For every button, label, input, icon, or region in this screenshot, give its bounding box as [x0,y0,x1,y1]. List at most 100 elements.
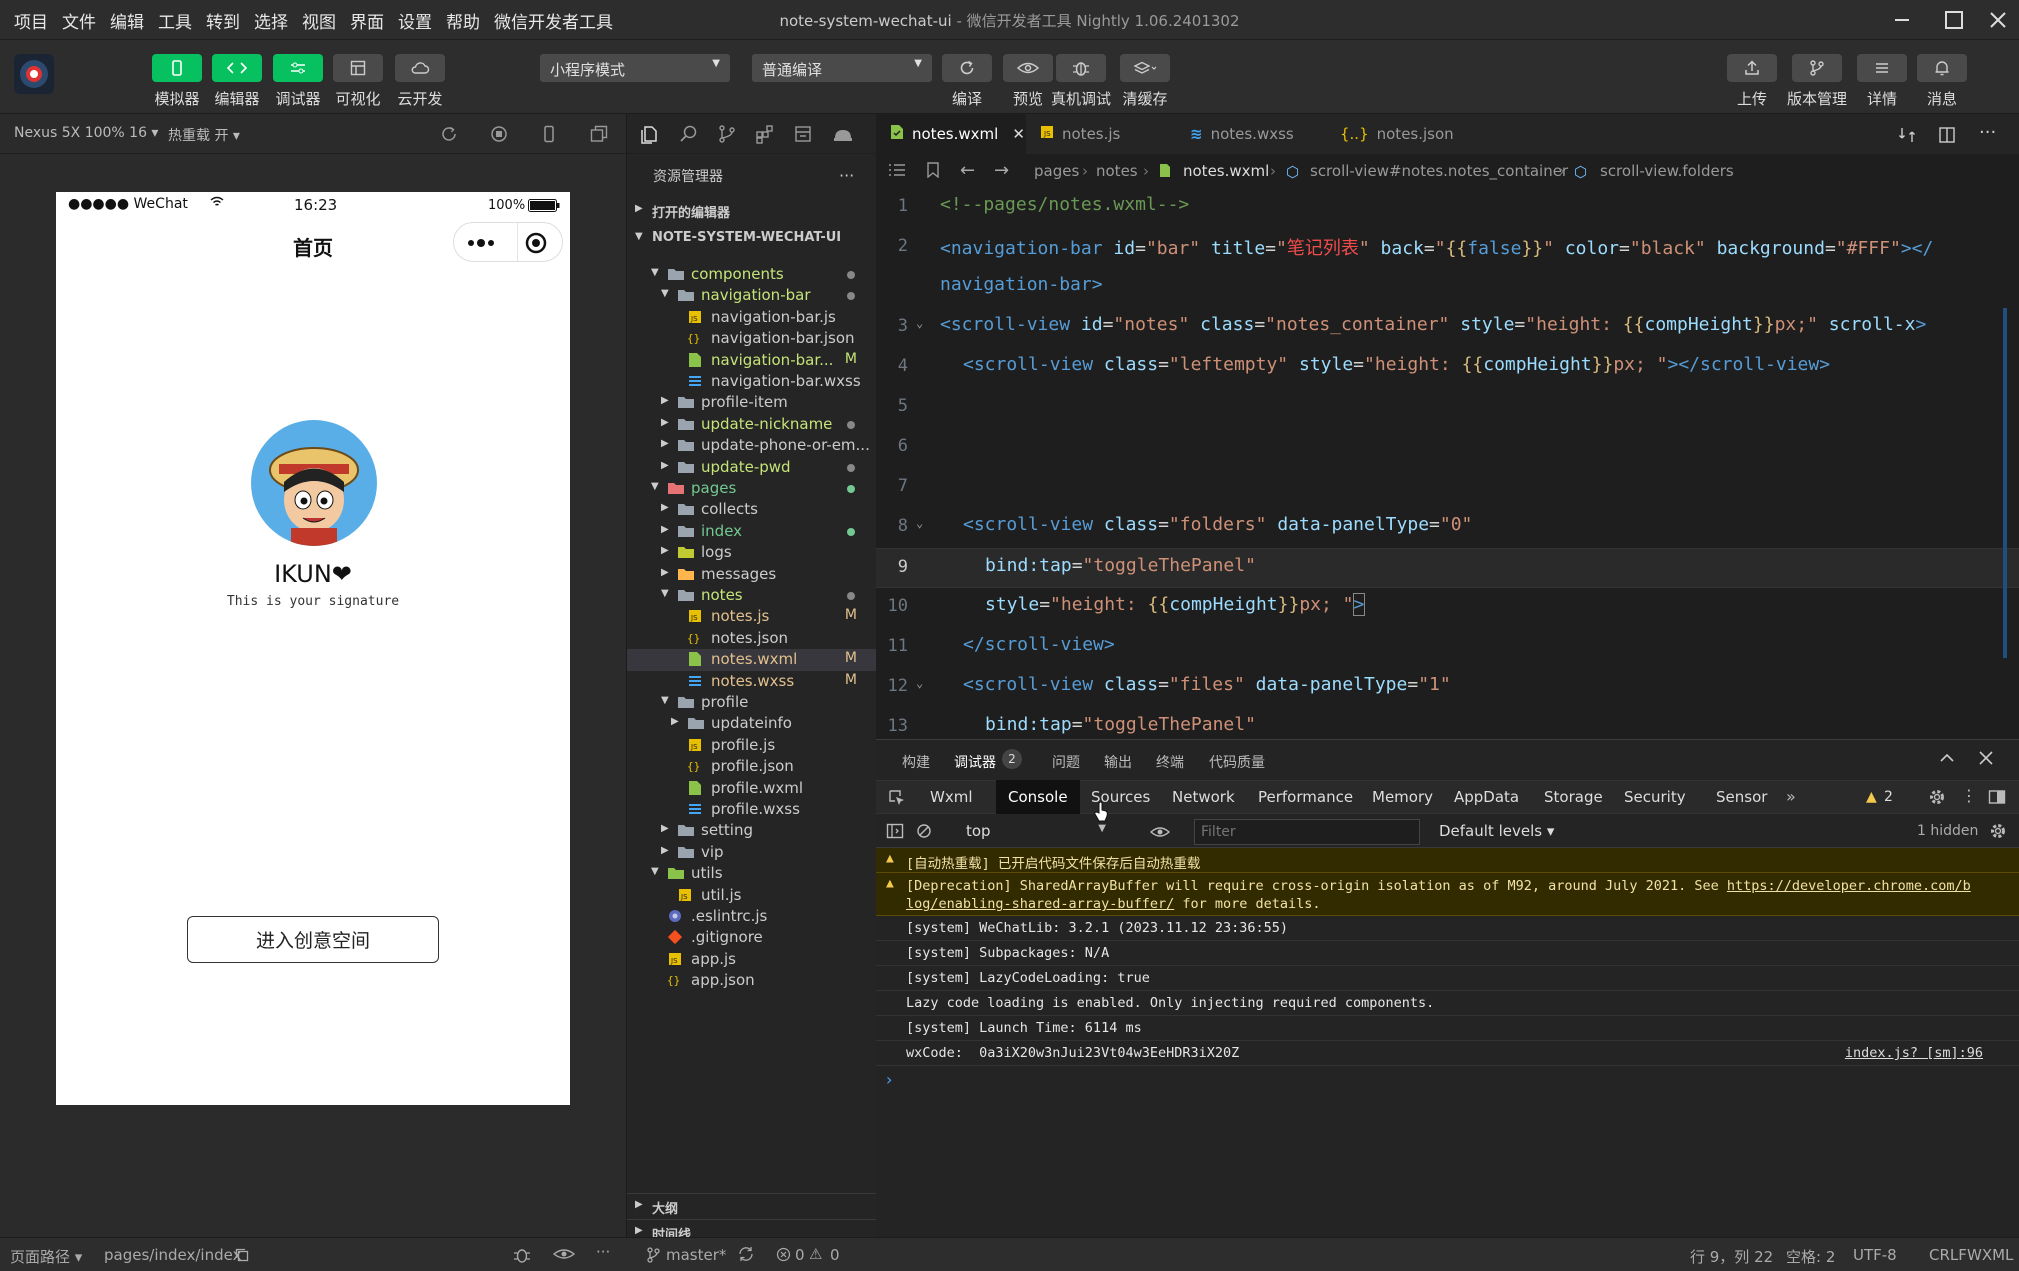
maximize-icon[interactable] [1939,6,1969,34]
split-editor-icon[interactable] [1938,126,1956,148]
tree-file[interactable]: JS util.js [627,885,877,906]
tree-folder[interactable]: ▶ update-pwd [627,457,877,478]
tab-security[interactable]: Security [1612,780,1698,814]
cloud-functions-icon[interactable] [832,124,854,148]
tab-notes-js[interactable]: JS notes.js [1026,114,1176,154]
hot-reload-toggle[interactable]: 热重载 开 ▾ [168,125,240,145]
details-button[interactable] [1857,54,1907,82]
console-settings-icon[interactable] [1989,822,2007,844]
live-expression-eye-icon[interactable] [1149,824,1171,843]
tree-folder[interactable]: ▼ navigation-bar [627,285,877,306]
tab-storage[interactable]: Storage [1532,780,1615,814]
tree-file[interactable]: JS profile.js [627,735,877,756]
close-tab-icon[interactable]: ✕ [1012,125,1025,143]
tree-folder[interactable]: ▶ vip [627,842,877,863]
cloud-dev-button[interactable] [395,54,445,82]
error-count[interactable]: 0 [795,1246,805,1264]
tree-folder[interactable]: ▼ profile [627,692,877,713]
outline-list-icon[interactable] [888,162,906,182]
indent-setting[interactable]: 空格: 2 [1786,1246,1835,1267]
console-source-link[interactable]: index.js? [sm]:96 [1845,1045,1983,1061]
more-dots-icon[interactable] [466,235,496,254]
tab-appdata[interactable]: AppData [1442,780,1531,814]
source-control-icon[interactable] [717,124,737,148]
tree-file[interactable]: notes.wxml M [627,649,877,671]
back-arrow-icon[interactable]: ← [960,160,975,181]
menu-project[interactable]: 项目 [14,8,48,33]
tree-file[interactable]: {} navigation-bar.json [627,328,877,349]
language-mode[interactable]: WXML [1967,1246,2013,1264]
debugger-toggle-button[interactable] [273,54,323,82]
tree-file[interactable]: navigation-bar.wxss [627,371,877,392]
tree-file[interactable]: {} app.json [627,970,877,991]
editor-toggle-button[interactable] [212,54,262,82]
close-panel-icon[interactable] [1978,750,1994,770]
git-branch[interactable]: master* [666,1246,726,1264]
tree-file[interactable]: .eslintrc.js [627,906,877,927]
menu-select[interactable]: 选择 [254,8,288,33]
menu-capsule[interactable] [453,222,563,262]
mode-select[interactable]: 小程序模式 ▼ [540,54,730,82]
more-actions-icon[interactable]: ··· [1979,122,1996,143]
forward-arrow-icon[interactable]: → [994,160,1009,181]
project-section[interactable]: ▼ NOTE-SYSTEM-WECHAT-UI [627,226,877,252]
crumb-pages[interactable]: pages [1034,162,1079,180]
code-area[interactable]: 1 <!--pages/notes.wxml--> 2 <navigation-ba… [876,188,2019,739]
tree-file[interactable]: notes.wxss M [627,671,877,692]
menu-view[interactable]: 视图 [302,8,336,33]
reload-icon[interactable] [440,125,458,143]
copy-icon[interactable] [234,1247,250,1267]
menu-tools[interactable]: 工具 [158,8,192,33]
bookmark-icon[interactable] [926,162,940,182]
menu-devtools[interactable]: 微信开发者工具 [494,8,613,33]
tree-folder[interactable]: ▶ profile-item [627,392,877,413]
tree-file[interactable]: JS navigation-bar.js [627,307,877,328]
minimize-icon[interactable] [1887,6,1917,34]
menu-file[interactable]: 文件 [62,8,96,33]
bug-status-icon[interactable] [512,1246,532,1268]
tree-folder[interactable]: ▶ index [627,521,877,542]
tree-file[interactable]: navigation-bar... M [627,350,877,371]
tree-folder[interactable]: ▼ notes [627,585,877,606]
storage-icon[interactable] [793,124,813,148]
tree-folder[interactable]: ▼ utils [627,863,877,884]
more-actions-icon[interactable]: ··· [596,1243,610,1261]
crumb-file[interactable]: notes.wxml [1183,162,1269,180]
fold-icon[interactable]: ⌄ [916,516,923,530]
tree-file[interactable]: profile.wxss [627,799,877,820]
outline-section[interactable]: ▶ 大纲 [627,1193,877,1219]
preview-button[interactable] [1003,54,1053,82]
log-levels-select[interactable]: Default levels ▾ [1439,822,1554,840]
compile-mode-select[interactable]: 普通编译 ▼ [752,54,932,82]
encoding[interactable]: UTF-8 [1853,1246,1897,1264]
visualize-toggle-button[interactable] [333,54,383,82]
extensions-icon[interactable] [755,124,775,148]
sidebar-toggle-icon[interactable] [886,823,904,843]
tab-debugger[interactable]: 调试器 [954,752,996,772]
menu-goto[interactable]: 转到 [206,8,240,33]
clear-cache-button[interactable] [1120,54,1170,82]
tree-file[interactable]: .gitignore [627,927,877,948]
tree-folder[interactable]: ▼ pages [627,478,877,499]
clear-console-icon[interactable] [916,823,932,843]
menu-settings[interactable]: 设置 [398,8,432,33]
tree-file[interactable]: JS app.js [627,949,877,970]
tree-folder[interactable]: ▶ update-phone-or-em... [627,435,877,456]
stop-icon[interactable] [490,125,508,143]
crumb-scroll-view-folders[interactable]: scroll-view.folders [1600,162,1734,180]
warning-count[interactable]: 2 [1884,789,1893,805]
device-select[interactable]: Nexus 5X 100% 16 ▾ [14,125,158,141]
upload-button[interactable] [1727,54,1777,82]
deprecation-link-part1[interactable]: https://developer.chrome.com/b [1727,878,1971,894]
tree-folder[interactable]: ▶ logs [627,542,877,563]
close-window-icon[interactable] [1983,6,2013,34]
tab-problems[interactable]: 问题 [1052,752,1080,772]
fold-icon[interactable]: ⌄ [916,316,923,330]
tab-sensor[interactable]: Sensor [1704,780,1779,814]
preview-eye-icon[interactable] [552,1247,576,1265]
tree-file[interactable]: profile.wxml [627,778,877,799]
user-avatar[interactable] [14,54,54,94]
menu-interface[interactable]: 界面 [350,8,384,33]
close-capsule-icon[interactable] [524,231,548,259]
tab-build[interactable]: 构建 [902,752,930,772]
